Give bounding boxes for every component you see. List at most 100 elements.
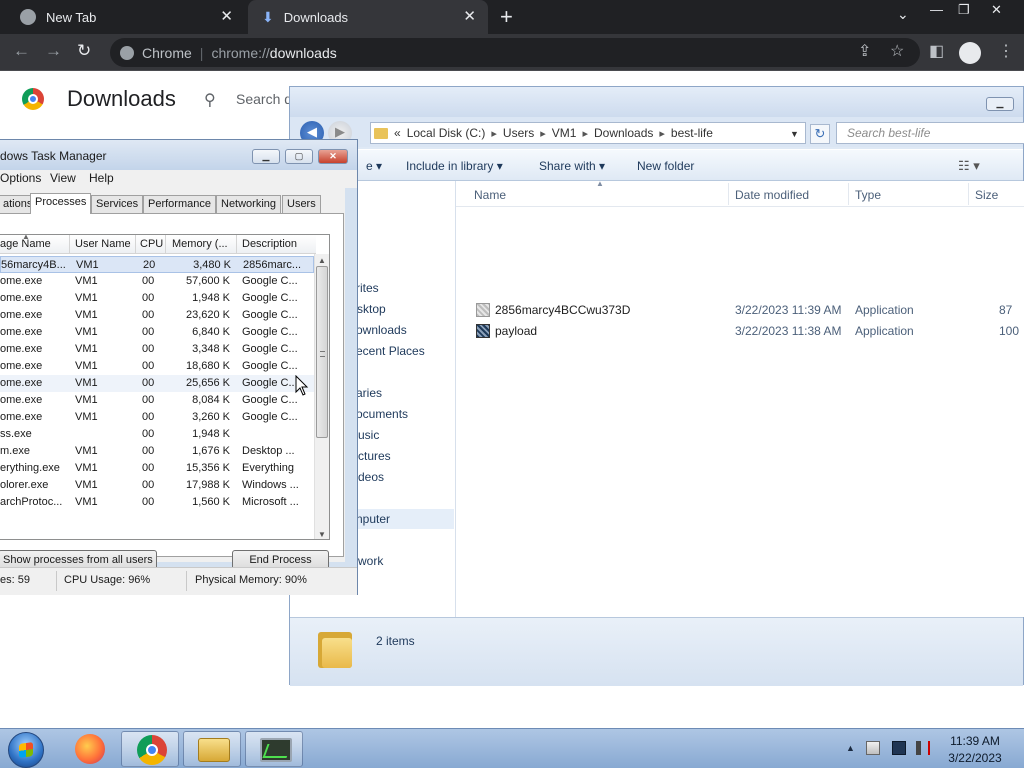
process-row[interactable]: ome.exe VM1 00 8,084 K Google C...: [0, 392, 314, 409]
breadcrumb-chevron-icon[interactable]: ▸: [491, 127, 497, 140]
scroll-thumb[interactable]: [316, 266, 328, 438]
column-divider[interactable]: [69, 235, 70, 254]
process-row[interactable]: m.exe VM1 00 1,676 K Desktop ...: [0, 443, 314, 460]
column-cpu[interactable]: CPU: [140, 238, 163, 250]
action-center-flag-icon[interactable]: [866, 741, 880, 755]
breadcrumb-local-disk[interactable]: Local Disk (C:): [407, 126, 486, 140]
clock-date[interactable]: 3/22/2023: [940, 751, 1010, 765]
process-row[interactable]: archProtoc... VM1 00 1,560 K Microsoft ...: [0, 494, 314, 511]
column-type[interactable]: Type: [855, 188, 881, 202]
menu-kebab-icon[interactable]: ⋮: [998, 43, 1014, 61]
nav-item-favorites-label[interactable]: rites: [356, 281, 379, 295]
process-row[interactable]: ss.exe 00 1,948 K: [0, 426, 314, 443]
file-row[interactable]: 2856marcy4BCCwu373D 3/22/2023 11:39 AM A…: [456, 299, 1024, 320]
taskbar-task-manager-button[interactable]: [245, 731, 303, 767]
breadcrumb-chevron-icon[interactable]: ▸: [582, 127, 588, 140]
column-name[interactable]: Name: [474, 188, 506, 202]
process-row[interactable]: erything.exe VM1 00 15,356 K Everything: [0, 460, 314, 477]
breadcrumb-vm1[interactable]: VM1: [552, 126, 577, 140]
tab-processes[interactable]: Processes: [30, 193, 92, 214]
nav-item-downloads[interactable]: ownloads: [356, 323, 407, 337]
file-row[interactable]: payload 3/22/2023 11:38 AM Application 1…: [456, 320, 1024, 341]
show-hidden-icons-arrow-icon[interactable]: ▲: [846, 743, 855, 753]
chevron-down-icon[interactable]: ▼: [790, 129, 799, 139]
forward-arrow-icon[interactable]: →: [45, 42, 62, 60]
breadcrumb-chevron-icon[interactable]: ▸: [540, 127, 546, 140]
share-icon[interactable]: ⇪: [858, 43, 871, 61]
star-icon[interactable]: ☆: [890, 43, 904, 61]
process-row[interactable]: ome.exe VM1 00 18,680 K Google C...: [0, 358, 314, 375]
column-divider[interactable]: [165, 235, 166, 254]
nav-item-libraries[interactable]: aries: [356, 386, 382, 400]
search-icon[interactable]: ⚲: [204, 90, 216, 110]
refresh-icon[interactable]: ↻: [810, 124, 830, 144]
explorer-search-input[interactable]: Search best-life: [836, 122, 1024, 144]
tab-downloads[interactable]: ⬇ Downloads ✕: [248, 0, 488, 34]
scroll-up-arrow-icon[interactable]: ▲: [318, 256, 326, 265]
taskbar-chrome-button[interactable]: [121, 731, 179, 767]
include-in-library-button[interactable]: Include in library ▾: [406, 159, 503, 173]
column-divider[interactable]: [968, 183, 969, 205]
chevron-down-icon[interactable]: ⌄: [897, 6, 909, 23]
column-divider[interactable]: [728, 183, 729, 205]
nav-item-music[interactable]: usic: [358, 428, 379, 442]
breadcrumb-users[interactable]: Users: [503, 126, 534, 140]
column-description[interactable]: Description: [242, 238, 297, 250]
column-user-name[interactable]: User Name: [75, 238, 131, 250]
menu-view[interactable]: View: [50, 171, 76, 185]
taskbar-firefox-button[interactable]: [60, 731, 118, 767]
profile-avatar-icon[interactable]: [959, 42, 981, 64]
taskbar-explorer-button[interactable]: [183, 731, 241, 767]
vertical-scrollbar[interactable]: ▲ ▼: [314, 254, 329, 539]
back-arrow-icon[interactable]: ←: [13, 42, 30, 60]
nav-item-network[interactable]: work: [358, 554, 383, 568]
close-tab-icon[interactable]: ✕: [463, 9, 476, 25]
column-image-name[interactable]: age Name: [0, 238, 51, 250]
nav-item-computer[interactable]: nputer: [356, 512, 390, 526]
minimize-button[interactable]: ▁: [252, 149, 280, 164]
clock-time[interactable]: 11:39 AM: [940, 734, 1010, 748]
view-options-icon[interactable]: ☷ ▾: [958, 158, 980, 174]
nav-item-documents[interactable]: ocuments: [356, 407, 408, 421]
maximize-button[interactable]: ▢: [285, 149, 313, 164]
organize-button[interactable]: e ▾: [366, 159, 382, 173]
process-row[interactable]: ome.exe VM1 00 1,948 K Google C...: [0, 290, 314, 307]
new-tab-plus-icon[interactable]: +: [500, 4, 513, 30]
process-row[interactable]: 56marcy4B... VM1 20 3,480 K 2856marc...: [0, 256, 314, 273]
process-row[interactable]: ome.exe VM1 00 57,600 K Google C...: [0, 273, 314, 290]
tab-networking[interactable]: Networking: [216, 195, 282, 213]
close-button[interactable]: ✕: [318, 149, 348, 164]
column-divider[interactable]: [135, 235, 136, 254]
column-divider[interactable]: [848, 183, 849, 205]
share-with-button[interactable]: Share with ▾: [539, 159, 605, 173]
breadcrumb-downloads[interactable]: Downloads: [594, 126, 653, 140]
address-bar[interactable]: Chrome | chrome:// downloads: [110, 38, 920, 67]
nav-item-videos[interactable]: deos: [358, 470, 384, 484]
restore-icon[interactable]: ❐: [958, 2, 970, 18]
scroll-down-arrow-icon[interactable]: ▼: [318, 530, 326, 539]
start-button-icon[interactable]: [8, 732, 44, 768]
process-row[interactable]: ome.exe VM1 00 23,620 K Google C...: [0, 307, 314, 324]
tab-services[interactable]: Services: [91, 195, 144, 213]
nav-item-recent-places[interactable]: ecent Places: [356, 344, 425, 358]
side-panel-icon[interactable]: ◧: [929, 43, 944, 61]
volume-muted-icon[interactable]: [916, 741, 930, 755]
process-row[interactable]: olorer.exe VM1 00 17,988 K Windows ...: [0, 477, 314, 494]
breadcrumb-overflow[interactable]: «: [394, 126, 401, 140]
minimize-icon[interactable]: —: [930, 2, 943, 17]
process-row[interactable]: ome.exe VM1 00 3,348 K Google C...: [0, 341, 314, 358]
tab-performance[interactable]: Performance: [143, 195, 216, 213]
nav-item-desktop[interactable]: sktop: [357, 302, 386, 316]
column-memory[interactable]: Memory (...: [172, 238, 228, 250]
nav-item-pictures[interactable]: ctures: [358, 449, 391, 463]
breadcrumb-chevron-icon[interactable]: ▸: [659, 127, 665, 140]
downloads-search-input[interactable]: Search d: [236, 91, 292, 107]
process-row[interactable]: ome.exe VM1 00 3,260 K Google C...: [0, 409, 314, 426]
column-divider[interactable]: [236, 235, 237, 254]
new-folder-button[interactable]: New folder: [637, 159, 694, 173]
reload-icon[interactable]: ↻: [77, 42, 91, 60]
menu-options[interactable]: Options: [0, 171, 41, 185]
close-tab-icon[interactable]: ✕: [220, 9, 233, 25]
close-icon[interactable]: ✕: [991, 2, 1002, 18]
menu-help[interactable]: Help: [89, 171, 114, 185]
